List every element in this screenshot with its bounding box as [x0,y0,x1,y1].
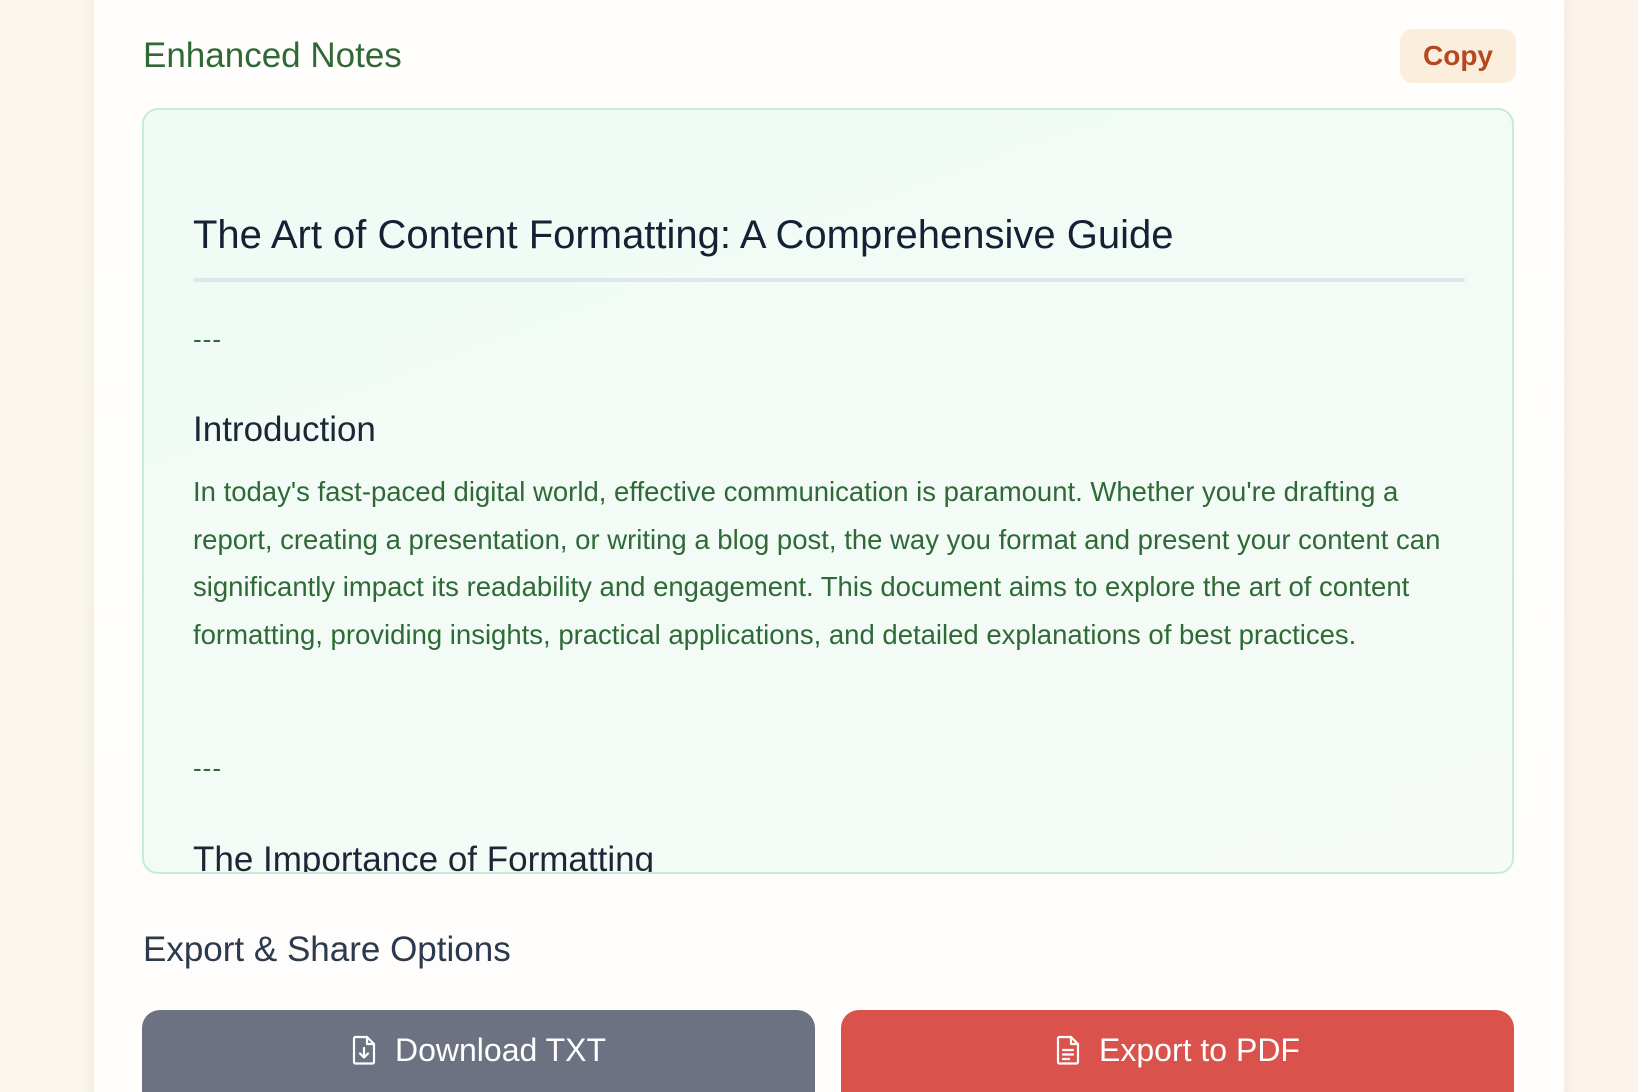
separator-text: --- [193,753,222,783]
file-text-icon [1055,1035,1081,1065]
download-txt-button[interactable]: Download TXT [142,1010,815,1092]
separator-text: --- [193,324,222,354]
introduction-paragraph: In today's fast-paced digital world, eff… [193,476,1441,650]
export-share-heading: Export & Share Options [143,930,511,969]
enhanced-notes-content[interactable]: The Art of Content Formatting: A Compreh… [142,108,1514,874]
title-divider [193,278,1465,282]
export-pdf-button[interactable]: Export to PDF [841,1010,1514,1092]
enhanced-notes-heading: Enhanced Notes [143,36,402,75]
download-txt-label: Download TXT [394,1031,607,1068]
section-heading-introduction: Introduction [193,410,376,449]
file-download-icon [351,1035,377,1065]
document-title: The Art of Content Formatting: A Compreh… [193,213,1174,257]
copy-button[interactable]: Copy [1400,29,1516,83]
export-pdf-label: Export to PDF [1099,1031,1300,1068]
section-heading-importance: The Importance of Formatting [193,840,655,874]
